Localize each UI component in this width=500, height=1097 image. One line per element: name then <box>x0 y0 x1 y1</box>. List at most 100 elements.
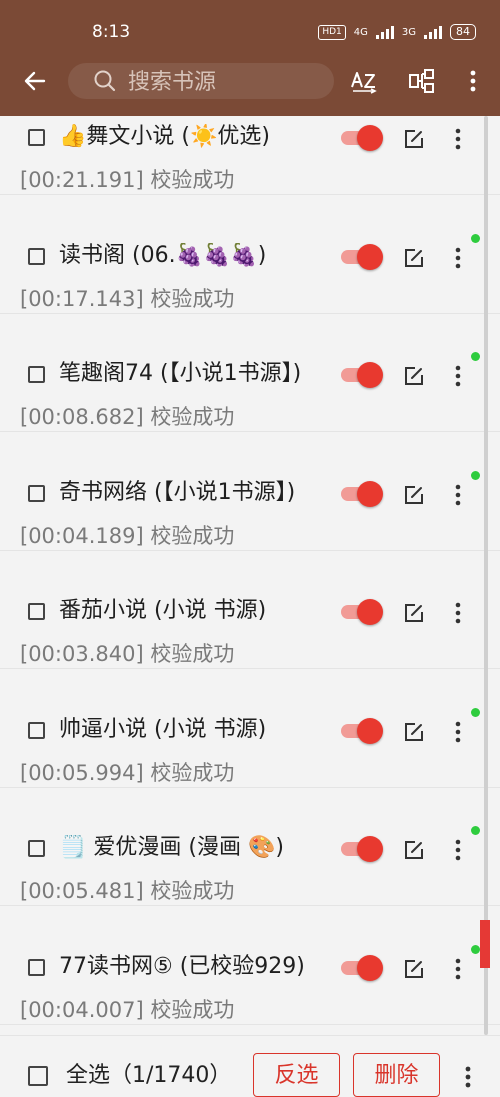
sort-button[interactable] <box>349 66 379 96</box>
toggle-thumb <box>357 954 383 981</box>
signal-icon <box>375 25 394 39</box>
row-more-button[interactable] <box>449 127 467 151</box>
source-title: 帅逼小说 (小说 书源) <box>59 716 267 742</box>
row-more-button[interactable] <box>449 838 467 862</box>
source-checkbox[interactable] <box>28 721 45 739</box>
source-checkbox[interactable] <box>28 484 45 502</box>
invert-selection-button[interactable]: 反选 <box>253 1053 340 1097</box>
app-bar: 8:13 HD1 4G 3G 84 <box>0 0 500 116</box>
group-button[interactable] <box>407 66 437 96</box>
edit-button[interactable] <box>403 365 425 387</box>
source-title: 笔趣阁74 (【小说1书源】) <box>59 361 302 386</box>
more-vert-icon <box>455 839 461 861</box>
source-enable-toggle[interactable] <box>341 599 383 625</box>
source-enable-toggle[interactable] <box>341 243 383 270</box>
source-row[interactable]: 读书阁 (06.🍇🍇🍇) [00:17.143] 校验成功 <box>0 197 500 314</box>
source-enable-toggle[interactable] <box>341 125 383 151</box>
update-indicator-dot <box>471 707 480 717</box>
source-title: 🗒️ 爱优漫画 (漫画 🎨) <box>59 835 284 860</box>
edit-icon <box>405 959 423 978</box>
edit-icon <box>405 604 423 622</box>
toggle-thumb <box>357 480 383 507</box>
toggle-thumb <box>357 243 383 270</box>
source-enable-toggle[interactable] <box>341 836 383 862</box>
source-title: 番茄小说 (小说 书源) <box>59 598 267 623</box>
edit-button[interactable] <box>403 721 425 743</box>
source-checkbox[interactable] <box>28 247 45 265</box>
edit-icon <box>405 841 423 859</box>
edit-button[interactable] <box>403 484 425 506</box>
source-row[interactable]: 奇书网络 (【小说1书源】) [00:04.189] 校验成功 <box>0 434 500 551</box>
hd-badge: HD1 <box>318 24 346 40</box>
sort-az-icon <box>351 72 377 94</box>
delete-button[interactable]: 删除 <box>353 1053 440 1097</box>
source-enable-toggle[interactable] <box>341 480 383 507</box>
edit-button[interactable] <box>403 128 425 150</box>
more-vert-icon <box>455 721 461 742</box>
more-vert-icon <box>455 958 461 979</box>
source-row[interactable]: 帅逼小说 (小说 书源) [00:05.994] 校验成功 <box>0 671 500 788</box>
edit-icon <box>405 130 423 148</box>
update-indicator-dot <box>471 352 480 361</box>
row-more-button[interactable] <box>449 364 467 388</box>
bottom-action-bar: 全选（1/1740） 反选 删除 <box>0 1035 500 1097</box>
source-row[interactable]: 番茄小说 (小说 书源) [00:03.840] 校验成功 <box>0 552 500 669</box>
scrollbar-track[interactable] <box>484 116 488 1035</box>
source-checkbox[interactable] <box>28 129 45 146</box>
more-vert-icon <box>470 70 476 92</box>
select-all-checkbox[interactable] <box>28 1066 48 1086</box>
edit-button[interactable] <box>403 247 425 269</box>
search-box[interactable] <box>68 63 334 99</box>
source-checkbox[interactable] <box>28 958 45 976</box>
network-label: 4G <box>353 26 368 38</box>
edit-icon <box>405 722 423 741</box>
row-more-button[interactable] <box>449 601 467 625</box>
edit-icon <box>405 485 423 504</box>
menu-button[interactable] <box>458 66 488 96</box>
edit-button[interactable] <box>403 839 425 861</box>
toggle-thumb <box>357 836 383 862</box>
more-vert-icon <box>455 602 461 624</box>
toggle-thumb <box>357 717 383 744</box>
source-check-status: [00:21.191] 校验成功 <box>20 168 235 192</box>
search-input[interactable] <box>126 66 330 98</box>
source-check-status: [00:05.481] 校验成功 <box>20 879 235 903</box>
edit-icon <box>405 248 423 267</box>
edit-button[interactable] <box>403 602 425 624</box>
source-enable-toggle[interactable] <box>341 717 383 744</box>
source-row[interactable]: 👍舞文小说 (☀️优选) [00:21.191] 校验成功 <box>0 116 500 195</box>
source-check-status: [00:05.994] 校验成功 <box>20 760 235 785</box>
row-more-button[interactable] <box>449 483 467 507</box>
search-icon <box>94 70 116 92</box>
source-checkbox[interactable] <box>28 366 45 383</box>
toggle-thumb <box>357 599 383 625</box>
source-row[interactable]: 77读书网⑤ (已校验929) [00:04.007] 校验成功 <box>0 908 500 1025</box>
source-enable-toggle[interactable] <box>341 362 383 388</box>
source-row[interactable]: 🗒️ 爱优漫画 (漫画 🎨) [00:05.481] 校验成功 <box>0 789 500 906</box>
more-vert-icon[interactable] <box>459 1065 477 1089</box>
source-check-status: [00:08.682] 校验成功 <box>20 405 235 429</box>
source-enable-toggle[interactable] <box>341 954 383 981</box>
status-time: 8:13 <box>92 22 131 42</box>
network2-label: 3G <box>401 26 416 38</box>
row-more-button[interactable] <box>449 720 467 744</box>
status-icons: HD1 4G 3G 84 <box>318 24 476 40</box>
source-row[interactable]: 笔趣阁74 (【小说1书源】) [00:08.682] 校验成功 <box>0 315 500 432</box>
row-more-button[interactable] <box>449 246 467 270</box>
edit-button[interactable] <box>403 958 425 980</box>
scrollbar-thumb[interactable] <box>480 920 490 968</box>
edit-icon <box>405 367 423 385</box>
source-title: 👍舞文小说 (☀️优选) <box>59 124 270 149</box>
group-icon <box>409 69 434 93</box>
arrow-left-icon <box>24 71 46 91</box>
back-button[interactable] <box>20 66 50 96</box>
source-checkbox[interactable] <box>28 603 45 620</box>
source-check-status: [00:04.007] 校验成功 <box>20 997 235 1022</box>
toggle-thumb <box>357 362 383 388</box>
source-title: 77读书网⑤ (已校验929) <box>59 953 305 979</box>
row-more-button[interactable] <box>449 957 467 981</box>
more-vert-icon <box>455 128 461 150</box>
source-checkbox[interactable] <box>28 840 45 857</box>
more-vert-icon <box>455 247 461 268</box>
battery-indicator: 84 <box>450 24 476 40</box>
